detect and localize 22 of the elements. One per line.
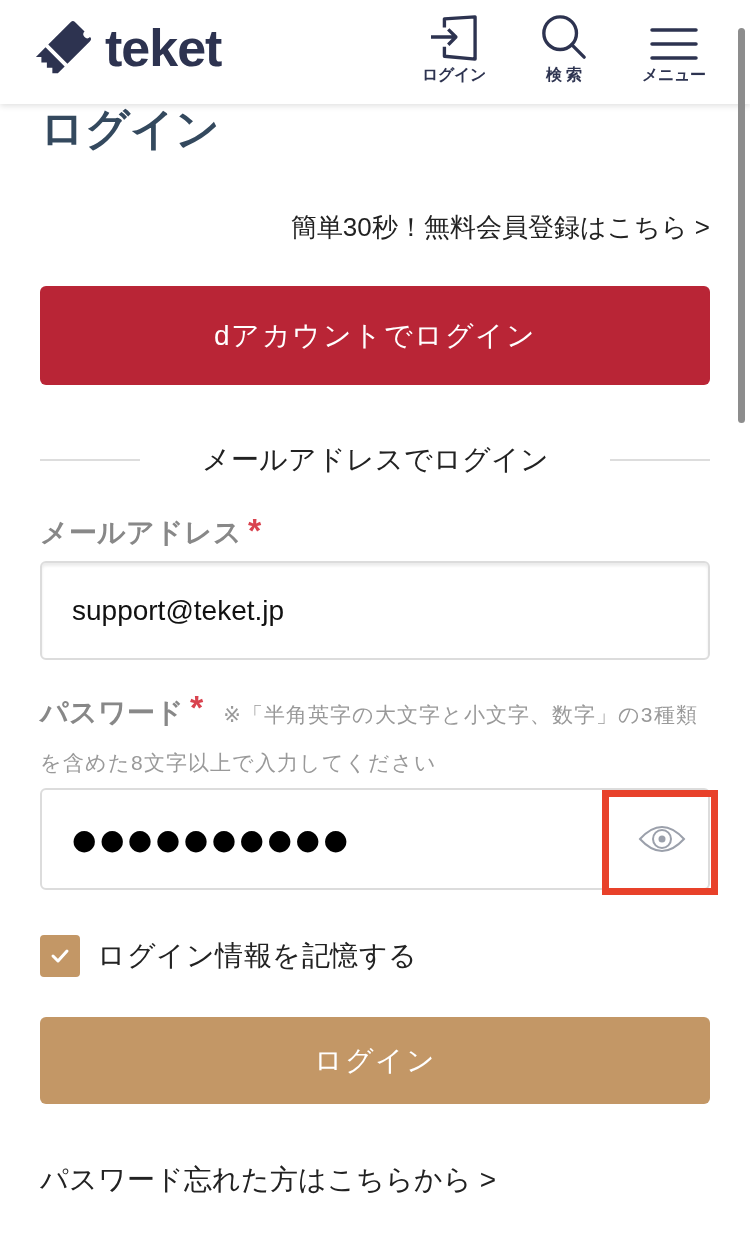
door-arrow-icon (429, 15, 479, 61)
password-label: パスワード * ※「半角英字の大文字と小文字、数字」の3種類を含めた8文字以上で入力してください (40, 690, 699, 776)
d-account-login-button[interactable]: dアカウントでログイン (40, 286, 710, 385)
scrollbar-thumb[interactable] (738, 28, 745, 423)
logo-text: teket (105, 22, 222, 74)
register-link[interactable]: 簡単30秒！無料会員登録はこちら > (290, 207, 710, 247)
divider-label: メールアドレスでログイン (200, 443, 550, 477)
search-icon (540, 13, 588, 61)
field-label: メールアドレス (40, 516, 242, 550)
check-icon (50, 948, 70, 964)
menu-button[interactable]: メニュー (634, 10, 714, 94)
remember-label: ログイン情報を記憶する (97, 939, 418, 973)
required-mark: * (248, 513, 262, 547)
search-button[interactable]: 検 索 (524, 10, 604, 94)
forgot-password-link[interactable]: パスワード忘れた方はこちらから > (40, 1160, 497, 1200)
eye-icon[interactable] (638, 824, 686, 854)
page-title: ログイン (40, 104, 221, 154)
remember-checkbox[interactable] (40, 935, 80, 977)
login-button[interactable]: ログイン (414, 10, 494, 94)
password-field[interactable]: ●●●●●●●●●● (40, 788, 710, 890)
email-field[interactable]: support@teket.jp (40, 561, 710, 660)
menu-icon (650, 27, 698, 61)
